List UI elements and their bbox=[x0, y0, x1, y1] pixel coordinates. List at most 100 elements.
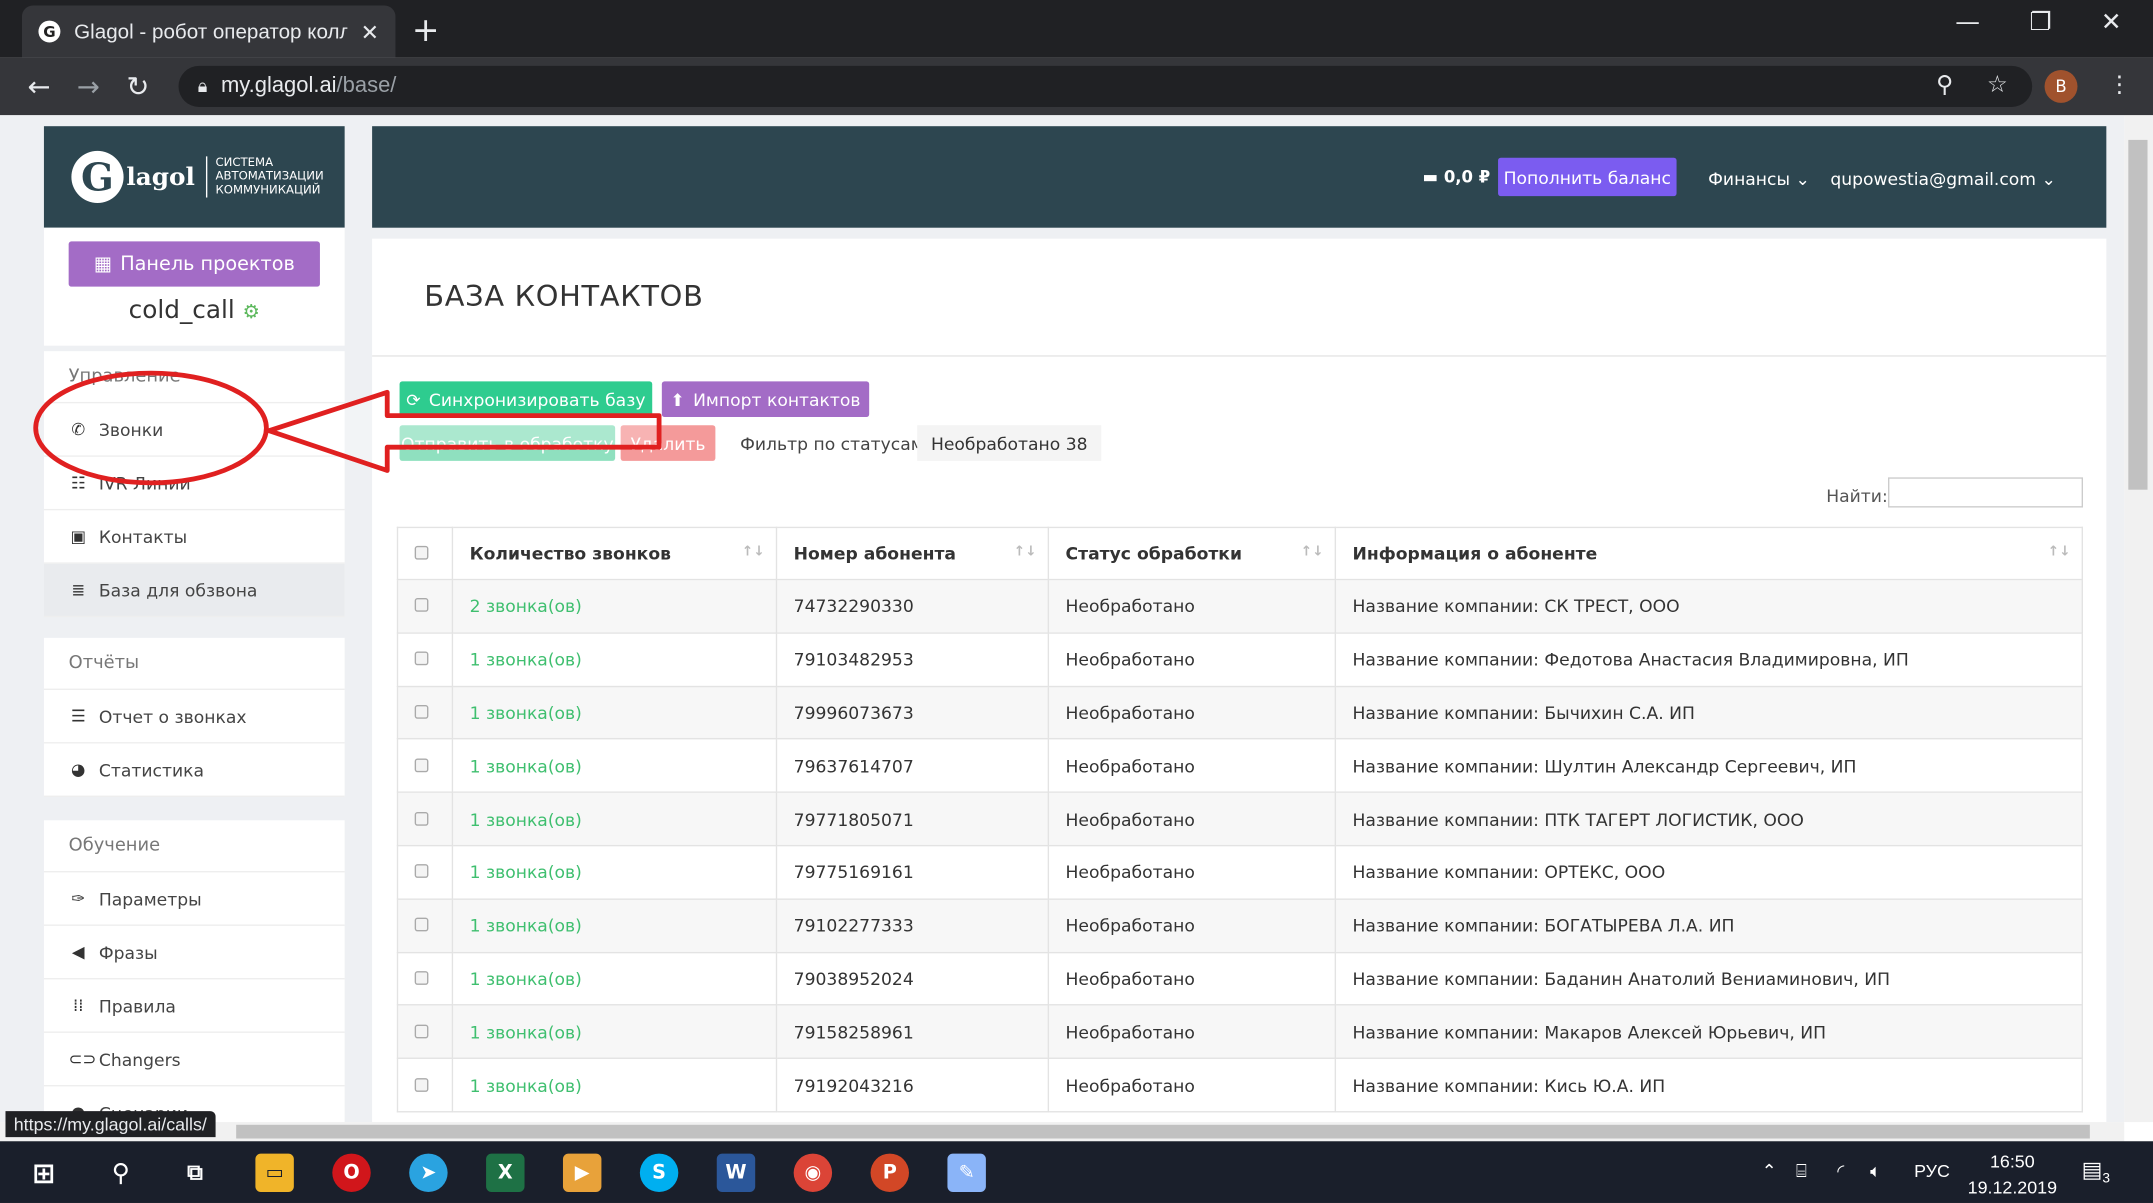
calls-link[interactable]: 1 звонка(ов) bbox=[451, 685, 778, 740]
wifi-icon[interactable]: ◜ bbox=[1837, 1160, 1844, 1182]
window-close-icon[interactable]: ✕ bbox=[2101, 8, 2122, 37]
sidebar-item-contacts[interactable]: ▣ Контакты bbox=[43, 510, 345, 564]
calls-link[interactable]: 1 звонка(ов) bbox=[451, 1004, 778, 1060]
paint-icon[interactable]: ✎ bbox=[947, 1153, 986, 1193]
profile-avatar[interactable]: B bbox=[2044, 69, 2078, 103]
sync-base-button[interactable]: ⟳ Синхронизировать базу bbox=[399, 381, 653, 417]
sidebar-item-params[interactable]: ✑ Параметры bbox=[43, 872, 345, 926]
phone-number: 79775169161 bbox=[775, 844, 1050, 900]
sidebar-item-label: IVR Линии bbox=[98, 472, 191, 494]
browser-tab[interactable]: G Glagol - робот оператор колл-ц ✕ bbox=[21, 5, 396, 58]
calls-link[interactable]: 1 звонка(ов) bbox=[451, 791, 778, 847]
sidebar-item-dial-base[interactable]: ≣ База для обзвона bbox=[43, 563, 345, 618]
powerpoint-icon[interactable]: P bbox=[870, 1153, 909, 1193]
chrome-icon[interactable]: ◉ bbox=[793, 1153, 833, 1193]
search-input[interactable] bbox=[1888, 477, 2083, 508]
sidebar-item-phrases[interactable]: ◀ Фразы bbox=[43, 926, 345, 980]
reload-icon[interactable]: ↻ bbox=[126, 70, 149, 103]
topup-balance-button[interactable]: Пополнить баланс bbox=[1498, 157, 1677, 197]
minimize-icon[interactable]: — bbox=[1955, 8, 1980, 37]
notification-icon[interactable]: ▤3 bbox=[2082, 1156, 2110, 1187]
excel-icon[interactable]: X bbox=[486, 1153, 525, 1193]
row-checkbox[interactable] bbox=[396, 1057, 454, 1113]
calls-link[interactable]: 2 звонка(ов) bbox=[451, 578, 778, 634]
checkbox-icon bbox=[414, 598, 429, 613]
file-explorer-icon[interactable]: ▭ bbox=[255, 1153, 294, 1193]
restore-icon[interactable]: ❐ bbox=[2029, 8, 2051, 37]
checkbox-icon bbox=[414, 971, 429, 985]
table-header-row: Количество звонков ↑↓ Номер абонента ↑↓ Ст… bbox=[396, 526, 2083, 581]
vertical-scroll-thumb[interactable] bbox=[2128, 139, 2148, 490]
sidebar-item-statistics[interactable]: ◕ Статистика bbox=[43, 743, 345, 797]
row-checkbox[interactable] bbox=[396, 951, 454, 1006]
sort-icon[interactable]: ↑↓ bbox=[2048, 545, 2071, 560]
word-icon[interactable]: W bbox=[716, 1153, 756, 1193]
calls-link[interactable]: 1 звонка(ов) bbox=[451, 898, 778, 953]
glagol-logo[interactable]: G lagol система автоматизации коммуникац… bbox=[43, 126, 345, 228]
system-clock[interactable]: 16:50 19.12.2019 bbox=[1968, 1148, 2057, 1200]
calls-link[interactable]: 1 звонка(ов) bbox=[451, 844, 778, 900]
tab-close-icon[interactable]: ✕ bbox=[361, 19, 379, 45]
volume-icon[interactable]: 🔈︎ bbox=[1870, 1160, 1881, 1182]
star-icon[interactable]: ☆ bbox=[1987, 71, 2008, 98]
column-header-status[interactable]: Статус обработки ↑↓ bbox=[1047, 526, 1337, 581]
horizontal-scrollbar[interactable] bbox=[0, 1122, 2125, 1142]
forward-arrow-icon[interactable]: → bbox=[77, 70, 100, 103]
row-checkbox[interactable] bbox=[396, 632, 454, 687]
sidebar-item-ivr[interactable]: ☷ IVR Линии bbox=[43, 457, 345, 511]
send-to-processing-button[interactable]: Отправить в обработку bbox=[399, 425, 616, 461]
sort-icon[interactable]: ↑↓ bbox=[742, 545, 765, 560]
sidebar-menu-reports: Отчёты ☰ Отчет о звонках ◕ Статистика bbox=[43, 637, 345, 797]
sidebar-item-rules[interactable]: ⁞⁞ Правила bbox=[43, 979, 345, 1033]
sidebar-item-changers[interactable]: ⊂⊃ Changers bbox=[43, 1033, 345, 1087]
sort-icon[interactable]: ↑↓ bbox=[1301, 545, 1324, 560]
telegram-icon[interactable]: ➤ bbox=[409, 1153, 448, 1193]
tray-chevron-up-icon[interactable]: ⌃ bbox=[1762, 1160, 1777, 1182]
task-view-icon[interactable]: ⧉ bbox=[176, 1154, 214, 1192]
opera-icon[interactable]: O bbox=[332, 1153, 371, 1193]
row-checkbox[interactable] bbox=[396, 844, 454, 900]
address-bar[interactable]: 🔒︎ my.glagol.ai /base/ bbox=[178, 65, 2033, 107]
search-icon[interactable]: ⚲ bbox=[102, 1154, 140, 1192]
zoom-icon[interactable]: ⚲ bbox=[1936, 71, 1953, 98]
skype-icon[interactable]: S bbox=[639, 1153, 679, 1193]
sort-icon[interactable]: ↑↓ bbox=[1014, 545, 1037, 560]
row-checkbox[interactable] bbox=[396, 685, 454, 740]
phone-number: 79637614707 bbox=[775, 738, 1050, 794]
import-contacts-button[interactable]: ⬆ Импорт контактов bbox=[661, 381, 870, 417]
calls-link[interactable]: 1 звонка(ов) bbox=[451, 951, 778, 1006]
gears-icon[interactable]: ⚙ bbox=[243, 302, 260, 324]
column-header-number[interactable]: Номер абонента ↑↓ bbox=[775, 526, 1050, 581]
row-checkbox[interactable] bbox=[396, 1004, 454, 1060]
calls-link[interactable]: 1 звонка(ов) bbox=[451, 738, 778, 794]
status-cell: Необработано bbox=[1047, 578, 1337, 634]
sidebar-item-calls[interactable]: ✆ Звонки bbox=[43, 403, 345, 457]
vertical-scrollbar[interactable] bbox=[2124, 115, 2153, 1123]
network-icon[interactable]: ⌸ bbox=[1796, 1160, 1807, 1182]
projects-panel-button[interactable]: ▦ Панель проектов bbox=[68, 241, 320, 287]
kebab-menu-icon[interactable]: ⋮ bbox=[2108, 71, 2131, 98]
calls-link[interactable]: 1 звонка(ов) bbox=[451, 1057, 778, 1113]
sidebar-item-call-report[interactable]: ☰ Отчет о звонках bbox=[43, 690, 345, 744]
row-checkbox[interactable] bbox=[396, 898, 454, 953]
back-arrow-icon[interactable]: ← bbox=[27, 70, 50, 103]
sidebar-section-manage: Управление bbox=[43, 351, 345, 404]
horizontal-scroll-thumb[interactable] bbox=[236, 1124, 2090, 1139]
new-tab-button[interactable]: + bbox=[412, 11, 440, 49]
user-menu[interactable]: qupowestia@gmail.com ⌄ bbox=[1830, 169, 2056, 190]
calls-link[interactable]: 1 звонка(ов) bbox=[451, 632, 778, 687]
language-indicator[interactable]: РУС bbox=[1914, 1160, 1950, 1181]
status-filter-chip[interactable]: Необработано 38 bbox=[917, 425, 1102, 461]
select-all-checkbox[interactable] bbox=[396, 526, 454, 581]
row-checkbox[interactable] bbox=[396, 578, 454, 634]
column-header-info[interactable]: Информация о абоненте ↑↓ bbox=[1334, 526, 2083, 581]
delete-button[interactable]: Удалить bbox=[620, 425, 716, 461]
row-checkbox[interactable] bbox=[396, 738, 454, 794]
column-header-calls[interactable]: Количество звонков ↑↓ bbox=[451, 526, 778, 581]
windows-start-icon[interactable]: ⊞ bbox=[25, 1154, 63, 1192]
row-checkbox[interactable] bbox=[396, 791, 454, 847]
media-player-icon[interactable]: ▶ bbox=[562, 1153, 602, 1193]
clock-time: 16:50 bbox=[1989, 1150, 2035, 1172]
finance-menu[interactable]: Финансы ⌄ bbox=[1708, 169, 1810, 190]
column-label: Количество звонков bbox=[469, 543, 671, 564]
